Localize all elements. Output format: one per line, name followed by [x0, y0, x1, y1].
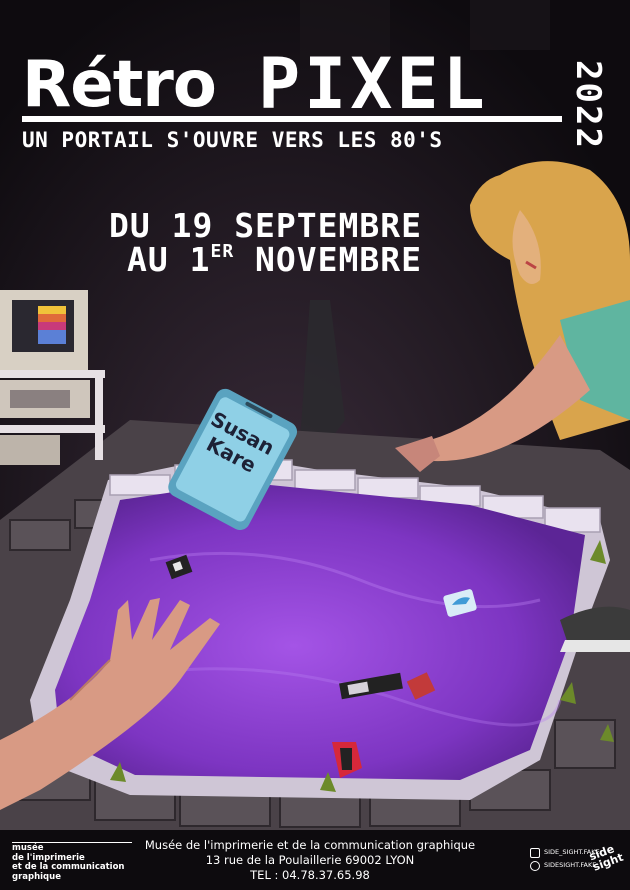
title-year: 2022	[568, 58, 608, 152]
title-underline	[22, 116, 562, 122]
logo-line-4: graphique	[12, 871, 61, 882]
year-text: 2022	[568, 60, 608, 150]
logo-line-1: musée	[12, 842, 132, 854]
museum-logo: musée de l'imprimerie et de la communica…	[12, 842, 132, 882]
date-line-2: AU 1ER NOVEMBRE	[127, 240, 422, 279]
title-pixel: PIXEL	[258, 43, 489, 125]
social-web[interactable]: SIDESIGHT.FAKE	[530, 859, 600, 872]
web-handle: SIDESIGHT.FAKE	[544, 861, 597, 869]
address-street: 13 rue de la Poulaillerie 69002 LYON	[205, 853, 415, 867]
address-block: Musée de l'imprimerie et de la communica…	[130, 838, 490, 883]
title-retro: Rétro	[22, 48, 217, 122]
side-sight-logo: side sight	[587, 842, 626, 880]
date-line-2-suffix: NOVEMBRE	[234, 240, 422, 279]
subtitle: UN PORTAIL S'OUVRE VERS LES 80'S	[22, 128, 443, 152]
date-line-2-prefix: AU 1	[127, 240, 211, 279]
globe-icon	[530, 860, 540, 871]
date-line-2-sup: ER	[210, 241, 235, 262]
address-name: Musée de l'imprimerie et de la communica…	[144, 838, 476, 852]
poster: Rétro PIXEL 2022 UN PORTAIL S'OUVRE VERS…	[0, 0, 630, 890]
address-phone: TEL : 04.78.37.65.98	[250, 868, 370, 882]
footer: musée de l'imprimerie et de la communica…	[0, 830, 630, 890]
instagram-icon	[530, 847, 540, 858]
